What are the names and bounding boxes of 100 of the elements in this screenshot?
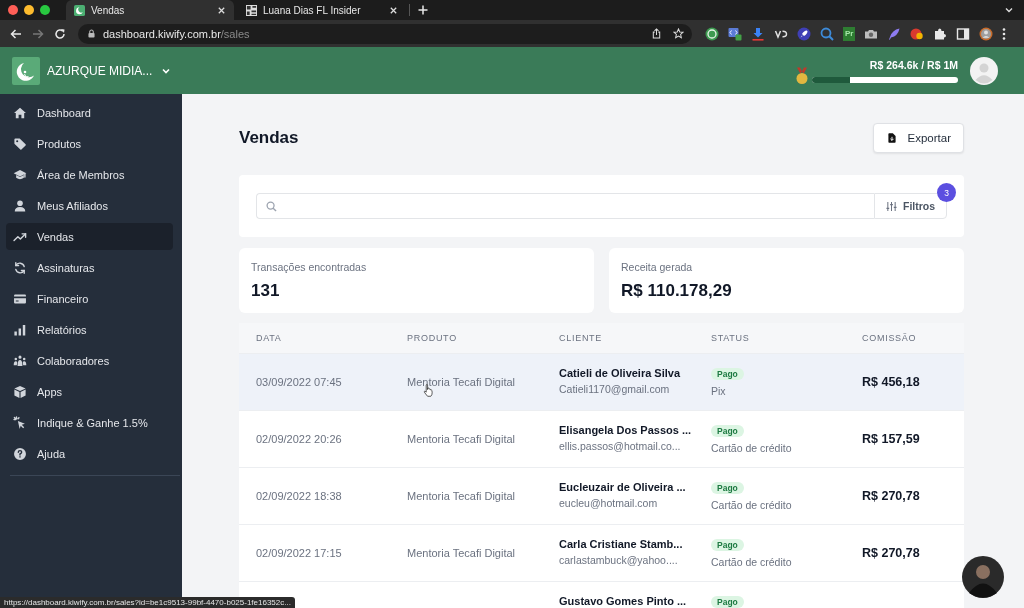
client-name: Eucleuzair de Oliveira ... <box>559 481 687 494</box>
commission-cell: R$ 157,59 <box>862 432 920 446</box>
status-badge: Pago <box>711 538 744 551</box>
sidebar-item[interactable]: Assinaturas <box>6 254 173 281</box>
close-icon[interactable] <box>389 5 398 15</box>
coin-icon[interactable] <box>705 26 719 41</box>
box-icon <box>13 384 27 399</box>
bar-chart-icon <box>13 322 27 337</box>
home-icon <box>13 105 27 120</box>
export-button[interactable]: Exportar <box>872 123 964 153</box>
table-row[interactable]: 03/09/2022 07:45 Mentoria Tecafi Digital Catieli de Oliveira Silva Catieli1170@gmail.com Pago Pix R$ 456,18 <box>239 353 964 410</box>
star-icon[interactable] <box>673 28 684 39</box>
payment-method: Cartão de crédito <box>711 442 793 454</box>
product-cell: Mentoria Tecafi Digital <box>407 433 515 445</box>
browser-tab[interactable]: Vendas <box>66 0 234 20</box>
share-icon[interactable] <box>651 28 662 39</box>
tag-icon <box>13 136 27 151</box>
code-tile-icon[interactable] <box>728 26 742 41</box>
logo-icon[interactable] <box>12 56 40 85</box>
new-tab-icon[interactable] <box>418 5 428 15</box>
column-header: DATA <box>256 333 283 343</box>
side-panel-icon[interactable] <box>956 26 971 41</box>
close-icon[interactable] <box>217 5 226 15</box>
stat-label: Receita gerada <box>621 261 694 273</box>
help-icon <box>13 446 27 461</box>
date-cell: 02/09/2022 20:26 <box>256 433 342 445</box>
table-row[interactable]: 02/09/2022 18:38 Mentoria Tecafi Digital Eucleuzair de Oliveira ... eucleu@hotmail.com Pago Cartão de crédito R$ 270,78 <box>239 467 964 524</box>
user-icon <box>13 198 27 213</box>
stat-value: 131 <box>251 281 281 301</box>
chat-avatar[interactable] <box>962 556 1004 598</box>
rocket-icon[interactable] <box>797 26 811 41</box>
stat-label: Transações encontradas <box>251 261 368 273</box>
graduation-cap-icon <box>13 167 27 182</box>
payment-method: Cartão de crédito <box>711 556 793 568</box>
lock-icon <box>88 29 95 38</box>
date-cell: 03/09/2022 07:45 <box>256 376 342 388</box>
column-header: STATUS <box>711 333 751 343</box>
sidebar-item[interactable]: Produtos <box>6 130 173 157</box>
client-email: ellis.passos@hotmail.co... <box>559 440 682 452</box>
blob-icon[interactable] <box>910 26 925 41</box>
maximize-window-icon[interactable] <box>40 5 50 15</box>
credit-card-icon <box>13 291 27 306</box>
sidebar-item[interactable]: Indique & Ganhe 1.5% <box>6 409 173 436</box>
medal-icon <box>795 66 809 85</box>
status-badge: Pago <box>711 367 744 380</box>
sidebar-item[interactable]: Ajuda <box>6 440 173 467</box>
commission-cell: R$ 456,18 <box>862 375 920 389</box>
commission-cell: R$ 270,78 <box>862 546 920 560</box>
more-icon[interactable] <box>1002 26 1007 41</box>
client-name: Gustavo Gomes Pinto ... <box>559 595 688 608</box>
payment-method: Cartão de crédito <box>711 499 793 511</box>
status-badge: Pago <box>711 595 744 608</box>
sidebar-item[interactable]: Apps <box>6 378 173 405</box>
forward-icon[interactable] <box>32 27 44 40</box>
search-icon <box>266 200 277 212</box>
profile-avatar-icon[interactable] <box>979 26 994 41</box>
avatar-icon[interactable] <box>970 56 998 85</box>
table-row[interactable]: 02/09/2022 20:26 Mentoria Tecafi Digital Elisangela Dos Passos ... ellis.passos@hotmail.co... Pago Cartão de crédito R$ 157,59 <box>239 410 964 467</box>
sidebar-item[interactable]: Meus Afiliados <box>6 192 173 219</box>
sidebar-item[interactable]: Dashboard <box>6 99 173 126</box>
client-email: eucleu@hotmail.com <box>559 497 659 509</box>
file-download-icon <box>887 133 896 143</box>
minimize-window-icon[interactable] <box>24 5 34 15</box>
sidebar-item[interactable]: Vendas <box>6 223 173 250</box>
product-cell: Mentoria Tecafi Digital <box>407 490 515 502</box>
page-title: Vendas <box>239 128 299 148</box>
back-icon[interactable] <box>10 27 22 40</box>
puzzle-icon[interactable] <box>933 26 948 41</box>
client-name: Catieli de Oliveira Silva <box>559 367 682 380</box>
url-text: dashboard.kiwify.com.br/sales <box>103 27 250 40</box>
column-header: PRODUTO <box>407 333 458 343</box>
close-window-icon[interactable] <box>8 5 18 15</box>
address-bar[interactable]: dashboard.kiwify.com.br/sales <box>78 23 692 44</box>
sidebar-item[interactable]: Área de Membros <box>6 161 173 188</box>
sidebar-item[interactable]: Relatórios <box>6 316 173 343</box>
table-row[interactable]: 02/09/2022 17:15 Mentoria Tecafi Digital Carla Cristiane Stamb... carlastambuck@yahoo.... Pago Cartão de crédito R$ 270,78 <box>239 524 964 581</box>
magnifier-icon[interactable] <box>820 26 834 41</box>
sidebar-item[interactable]: Colaboradores <box>6 347 173 374</box>
extension-tile[interactable]: Pr <box>843 26 856 41</box>
workspace-switcher[interactable]: AZURQUE MIDIA... <box>40 63 172 78</box>
chevron-down-icon[interactable] <box>1004 5 1014 15</box>
users-icon <box>13 353 27 368</box>
client-email: Catieli1170@gmail.com <box>559 383 671 395</box>
pointer-click-icon <box>13 415 27 430</box>
filter-count-badge: 3 <box>937 183 956 202</box>
client-email: carlastambuck@yahoo.... <box>559 554 679 566</box>
client-name: Carla Cristiane Stamb... <box>559 538 684 551</box>
crescent-favicon-icon <box>74 4 85 16</box>
feather-icon[interactable] <box>887 26 902 41</box>
hand-cursor-icon <box>423 384 434 397</box>
stat-value: R$ 110.178,29 <box>621 281 733 301</box>
link-preview-url: https://dashboard.kiwify.com.br/sales?id=be1c9513-99bf-4470-b025-1fe16352c... <box>0 597 295 608</box>
sidebar-item[interactable]: Financeiro <box>6 285 173 312</box>
commission-cell: R$ 270,78 <box>862 489 920 503</box>
download-icon[interactable] <box>751 26 765 41</box>
browser-tab[interactable]: Luana Dias FL Insider <box>238 0 406 20</box>
reload-icon[interactable] <box>54 27 66 40</box>
search-field[interactable] <box>256 193 874 219</box>
date-cell: 02/09/2022 18:38 <box>256 490 342 502</box>
payment-method: Pix <box>711 385 727 397</box>
